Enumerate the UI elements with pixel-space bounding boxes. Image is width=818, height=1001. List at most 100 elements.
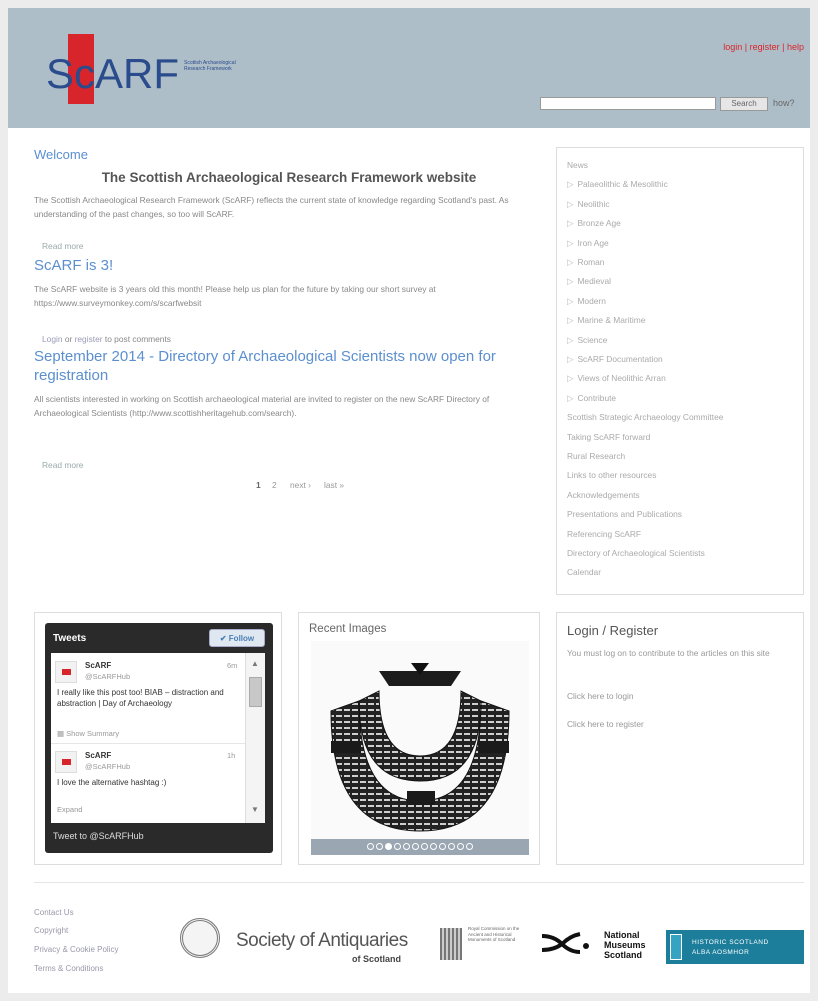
sidebar-item-label: Marine & Maritime	[577, 315, 646, 326]
read-more-link[interactable]: Read more	[42, 241, 83, 251]
expand-arrow-icon[interactable]: ▷	[567, 199, 573, 209]
how-link[interactable]: how?	[773, 98, 795, 108]
sidebar-item[interactable]: ▷ Neolithic	[567, 199, 610, 209]
carousel-dot[interactable]	[394, 843, 401, 850]
help-link[interactable]: help	[787, 42, 804, 52]
expand-arrow-icon[interactable]: ▷	[567, 238, 573, 248]
pager-current-page: 1	[256, 480, 261, 490]
society-of-antiquaries-name[interactable]: Society of Antiquaries	[236, 930, 408, 952]
sidebar-item[interactable]: Calendar	[567, 567, 601, 577]
sidebar-item[interactable]: Rural Research	[567, 451, 625, 461]
sidebar-item[interactable]: ▷ ScARF Documentation	[567, 354, 663, 364]
society-of-antiquaries-sub: of Scotland	[352, 954, 401, 964]
sidebar-item[interactable]: Referencing ScARF	[567, 529, 641, 539]
expand-link[interactable]: Expand	[57, 805, 82, 814]
carousel-dot[interactable]	[448, 843, 455, 850]
tweet-list[interactable]: ScARF @ScARFHub 6m I really like this po…	[51, 653, 265, 823]
sidebar-item[interactable]: News	[567, 160, 588, 170]
expand-arrow-icon[interactable]: ▷	[567, 218, 573, 228]
sidebar-item-label: Iron Age	[577, 237, 609, 248]
sidebar-item[interactable]: Taking ScARF forward	[567, 432, 650, 442]
tweet-to-link[interactable]: Tweet to @ScARFHub	[53, 831, 144, 841]
follow-button[interactable]: ✔ Follow	[209, 629, 265, 647]
sidebar-item[interactable]: ▷ Modern	[567, 296, 606, 306]
tweet-author-handle[interactable]: @ScARFHub	[85, 762, 130, 771]
carousel-dot[interactable]	[412, 843, 419, 850]
national-museums-logo-icon[interactable]	[540, 932, 594, 954]
click-to-register-link[interactable]: Click here to register	[567, 719, 644, 729]
sidebar-item[interactable]: ▷ Palaeolithic & Mesolithic	[567, 179, 668, 189]
footer-link-terms[interactable]: Terms & Conditions	[34, 964, 103, 973]
expand-arrow-icon[interactable]: ▷	[567, 315, 573, 325]
show-summary-link[interactable]: ▦ Show Summary	[57, 729, 119, 738]
carousel-dot[interactable]	[367, 843, 374, 850]
sidebar-item[interactable]: ▷ Bronze Age	[567, 218, 621, 228]
tweet-author-handle[interactable]: @ScARFHub	[85, 672, 130, 681]
sidebar-item[interactable]: ▷ Science	[567, 335, 607, 345]
carousel-dot[interactable]	[376, 843, 383, 850]
read-more-link[interactable]: Read more	[42, 460, 83, 470]
carousel-dot[interactable]	[421, 843, 428, 850]
expand-arrow-icon[interactable]: ▷	[567, 335, 573, 345]
sidebar-item[interactable]: ▷ Marine & Maritime	[567, 315, 645, 325]
click-to-login-link[interactable]: Click here to login	[567, 691, 634, 701]
comment-login-link[interactable]: Login	[42, 334, 63, 344]
expand-arrow-icon[interactable]: ▷	[567, 373, 573, 383]
scroll-up-icon[interactable]: ▲	[251, 659, 259, 668]
carousel-dot[interactable]	[457, 843, 464, 850]
carousel-dot[interactable]	[439, 843, 446, 850]
login-link[interactable]: login	[723, 42, 742, 52]
footer-link-contact[interactable]: Contact Us	[34, 908, 74, 917]
avatar[interactable]	[55, 751, 77, 773]
sidebar-item[interactable]: Presentations and Publications	[567, 509, 682, 519]
sidebar-item[interactable]: ▷ Roman	[567, 257, 604, 267]
sidebar-item[interactable]: Links to other resources	[567, 470, 656, 480]
sidebar-item[interactable]: Scottish Strategic Archaeology Committee	[567, 412, 723, 422]
necklace-image[interactable]	[311, 641, 529, 839]
sidebar-item[interactable]: Directory of Archaeological Scientists	[567, 548, 705, 558]
carousel-dot[interactable]	[466, 843, 473, 850]
expand-arrow-icon[interactable]: ▷	[567, 393, 573, 403]
footer-divider	[34, 882, 804, 883]
sidebar-item-label: Palaeolithic & Mesolithic	[577, 179, 668, 190]
post-title-directory[interactable]: September 2014 - Directory of Archaeolog…	[34, 347, 524, 385]
register-link[interactable]: register	[750, 42, 780, 52]
search-button[interactable]: Search	[720, 97, 768, 111]
expand-arrow-icon[interactable]: ▷	[567, 354, 573, 364]
avatar[interactable]	[55, 661, 77, 683]
sidebar-item[interactable]: ▷ Views of Neolithic Arran	[567, 373, 666, 383]
tweet-author-name[interactable]: ScARF	[85, 751, 111, 760]
scroll-down-icon[interactable]: ▼	[251, 805, 259, 814]
search-input[interactable]	[540, 97, 716, 110]
pager-last[interactable]: last »	[324, 480, 344, 490]
scroll-thumb[interactable]	[249, 677, 262, 707]
sidebar-item[interactable]: ▷ Contribute	[567, 393, 616, 403]
rcahms-emblem-icon[interactable]	[440, 928, 462, 960]
tweet-time[interactable]: 6m	[227, 661, 237, 670]
carousel-dot[interactable]	[385, 843, 392, 850]
twitter-bird-icon: ✔	[219, 634, 229, 643]
tweet-time[interactable]: 1h	[227, 751, 235, 760]
carousel-dot[interactable]	[403, 843, 410, 850]
footer-link-copyright[interactable]: Copyright	[34, 926, 68, 935]
carousel-dot[interactable]	[430, 843, 437, 850]
expand-arrow-icon[interactable]: ▷	[567, 296, 573, 306]
sidebar-item[interactable]: ▷ Iron Age	[567, 238, 609, 248]
post-title-scarf-is-3[interactable]: ScARF is 3!	[34, 256, 113, 275]
expand-arrow-icon[interactable]: ▷	[567, 179, 573, 189]
historic-scotland-logo[interactable]: HISTORIC SCOTLAND ALBA AOSMHOR	[666, 930, 804, 964]
tweet-scrollbar[interactable]: ▲ ▼	[245, 653, 265, 823]
society-of-antiquaries-seal-icon[interactable]	[180, 918, 220, 958]
logo-text: ScARF	[46, 50, 180, 97]
pager-next[interactable]: next ›	[290, 480, 311, 490]
sidebar-item-label: Presentations and Publications	[567, 509, 682, 520]
sidebar-item[interactable]: Acknowledgements	[567, 490, 640, 500]
tweet-author-name[interactable]: ScARF	[85, 661, 111, 670]
comment-register-link[interactable]: register	[75, 334, 103, 344]
expand-arrow-icon[interactable]: ▷	[567, 276, 573, 286]
sidebar-item[interactable]: ▷ Medieval	[567, 276, 611, 286]
pager-page-2[interactable]: 2	[272, 480, 277, 490]
footer-link-privacy[interactable]: Privacy & Cookie Policy	[34, 945, 118, 954]
expand-arrow-icon[interactable]: ▷	[567, 257, 573, 267]
scarf-logo[interactable]: ScARF Scottish Archaeological Research F…	[46, 34, 246, 104]
